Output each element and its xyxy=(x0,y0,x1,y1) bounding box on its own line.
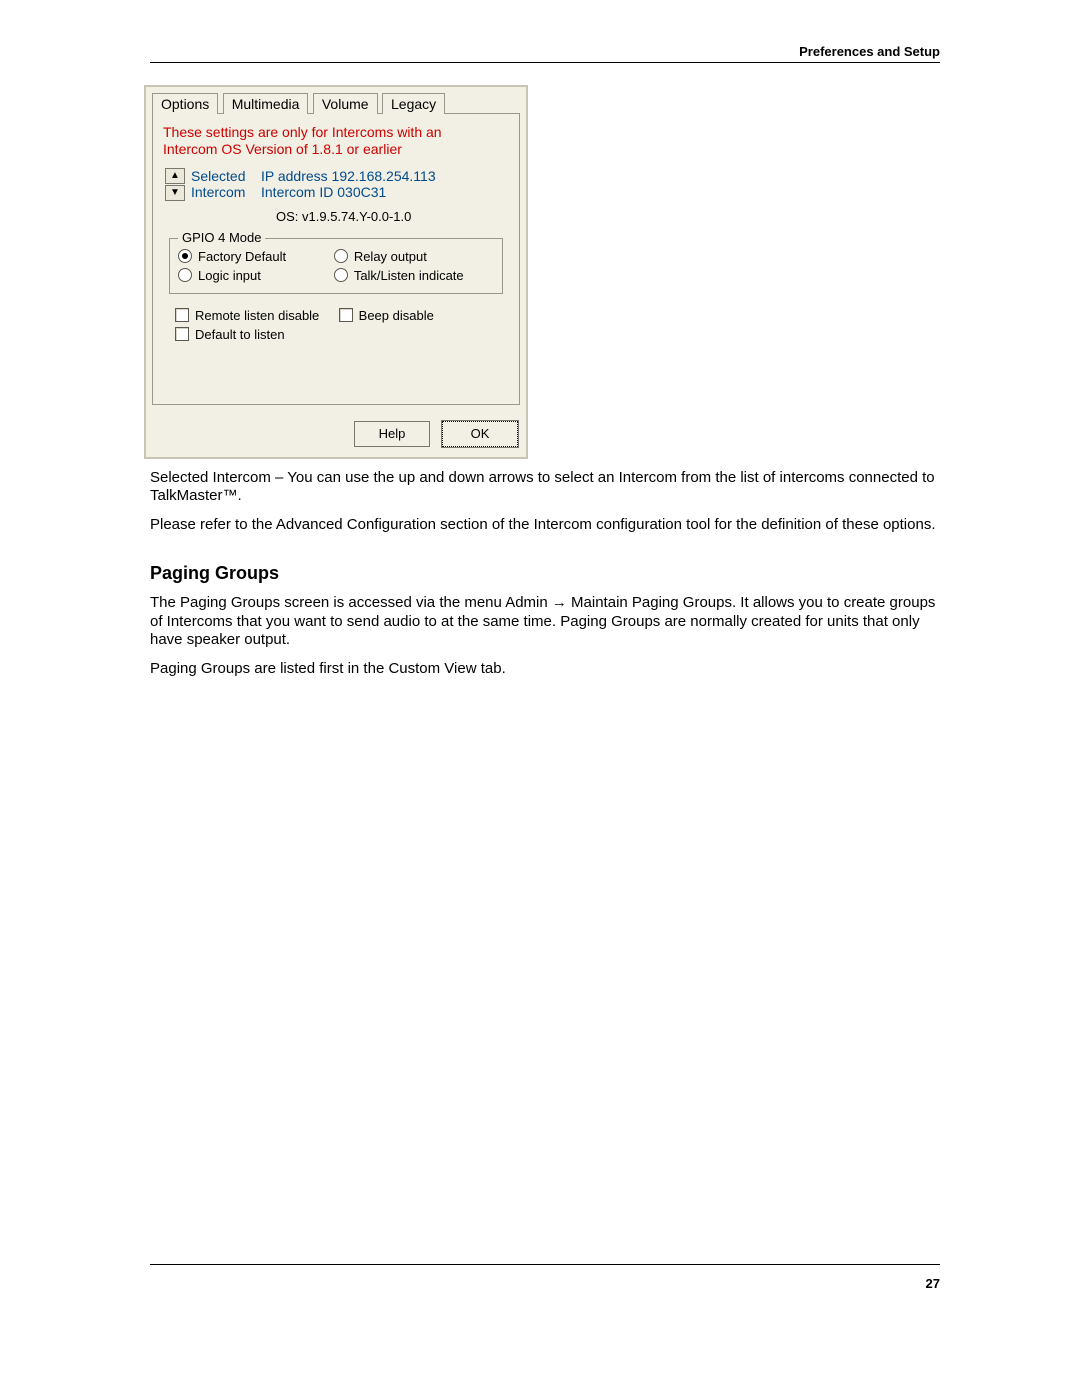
radio-label: Relay output xyxy=(354,249,427,264)
tab-volume[interactable]: Volume xyxy=(313,93,378,114)
page-number: 27 xyxy=(926,1276,940,1291)
checkbox-remote-listen-disable[interactable]: Remote listen disable xyxy=(175,308,339,323)
selected-column: Selected Intercom xyxy=(191,168,261,201)
os-version-text: OS: v1.9.5.74.Y-0.0-1.0 xyxy=(276,209,509,224)
radio-icon xyxy=(334,268,348,282)
help-button[interactable]: Help xyxy=(354,421,430,447)
checkbox-group: Remote listen disable Beep disable Defau… xyxy=(175,306,509,344)
heading-paging-groups: Paging Groups xyxy=(150,563,940,584)
intercom-arrow-stepper: ▲ ▼ xyxy=(165,168,185,201)
checkbox-default-to-listen[interactable]: Default to listen xyxy=(175,327,339,342)
footer-rule xyxy=(150,1264,940,1265)
checkbox-label: Default to listen xyxy=(195,327,285,342)
tab-options[interactable]: Options xyxy=(152,93,218,114)
radio-label: Talk/Listen indicate xyxy=(354,268,464,283)
paragraph-paging-groups-1: The Paging Groups screen is accessed via… xyxy=(150,594,940,650)
radio-logic-input[interactable]: Logic input xyxy=(178,268,334,283)
warning-text: These settings are only for Intercoms wi… xyxy=(163,124,509,158)
legacy-panel: These settings are only for Intercoms wi… xyxy=(152,113,520,405)
radio-factory-default[interactable]: Factory Default xyxy=(178,249,334,264)
tab-bar: Options Multimedia Volume Legacy xyxy=(146,87,526,113)
warning-line-1: These settings are only for Intercoms wi… xyxy=(163,124,509,141)
header-rule xyxy=(150,62,940,63)
intercom-id-text: Intercom ID 030C31 xyxy=(261,184,436,200)
checkbox-icon xyxy=(175,308,189,322)
dialog-button-bar: Help OK xyxy=(146,411,526,457)
intercom-details: IP address 192.168.254.113 Intercom ID 0… xyxy=(261,168,436,201)
radio-icon xyxy=(178,268,192,282)
gpio-legend: GPIO 4 Mode xyxy=(178,230,265,245)
page-header: Preferences and Setup xyxy=(150,44,940,59)
selected-intercom-row: ▲ ▼ Selected Intercom IP address 192.168… xyxy=(163,168,509,201)
ip-address-text: IP address 192.168.254.113 xyxy=(261,168,436,184)
checkbox-beep-disable[interactable]: Beep disable xyxy=(339,308,503,323)
arrow-down-button[interactable]: ▼ xyxy=(165,185,185,201)
gpio-mode-fieldset: GPIO 4 Mode Factory Default Relay output… xyxy=(169,238,503,294)
body-text: Selected Intercom – You can use the up a… xyxy=(150,469,940,679)
checkbox-label: Remote listen disable xyxy=(195,308,319,323)
radio-icon xyxy=(334,249,348,263)
paragraph-advanced-config: Please refer to the Advanced Configurati… xyxy=(150,516,940,535)
radio-label: Factory Default xyxy=(198,249,286,264)
paragraph-paging-groups-2: Paging Groups are listed first in the Cu… xyxy=(150,660,940,679)
selected-label-2: Intercom xyxy=(191,184,261,200)
radio-label: Logic input xyxy=(198,268,261,283)
tab-legacy[interactable]: Legacy xyxy=(382,93,445,114)
radio-icon xyxy=(178,249,192,263)
selected-label-1: Selected xyxy=(191,168,261,184)
tab-multimedia[interactable]: Multimedia xyxy=(223,93,309,114)
checkbox-label: Beep disable xyxy=(359,308,434,323)
arrow-up-button[interactable]: ▲ xyxy=(165,168,185,184)
checkbox-icon xyxy=(175,327,189,341)
radio-relay-output[interactable]: Relay output xyxy=(334,249,490,264)
legacy-dialog: Options Multimedia Volume Legacy These s… xyxy=(144,85,528,459)
checkbox-icon xyxy=(339,308,353,322)
ok-button[interactable]: OK xyxy=(442,421,518,447)
paragraph-selected-intercom: Selected Intercom – You can use the up a… xyxy=(150,469,940,507)
radio-talk-listen[interactable]: Talk/Listen indicate xyxy=(334,268,490,283)
gpio-radio-group: Factory Default Relay output Logic input… xyxy=(178,247,496,285)
warning-line-2: Intercom OS Version of 1.8.1 or earlier xyxy=(163,141,509,158)
